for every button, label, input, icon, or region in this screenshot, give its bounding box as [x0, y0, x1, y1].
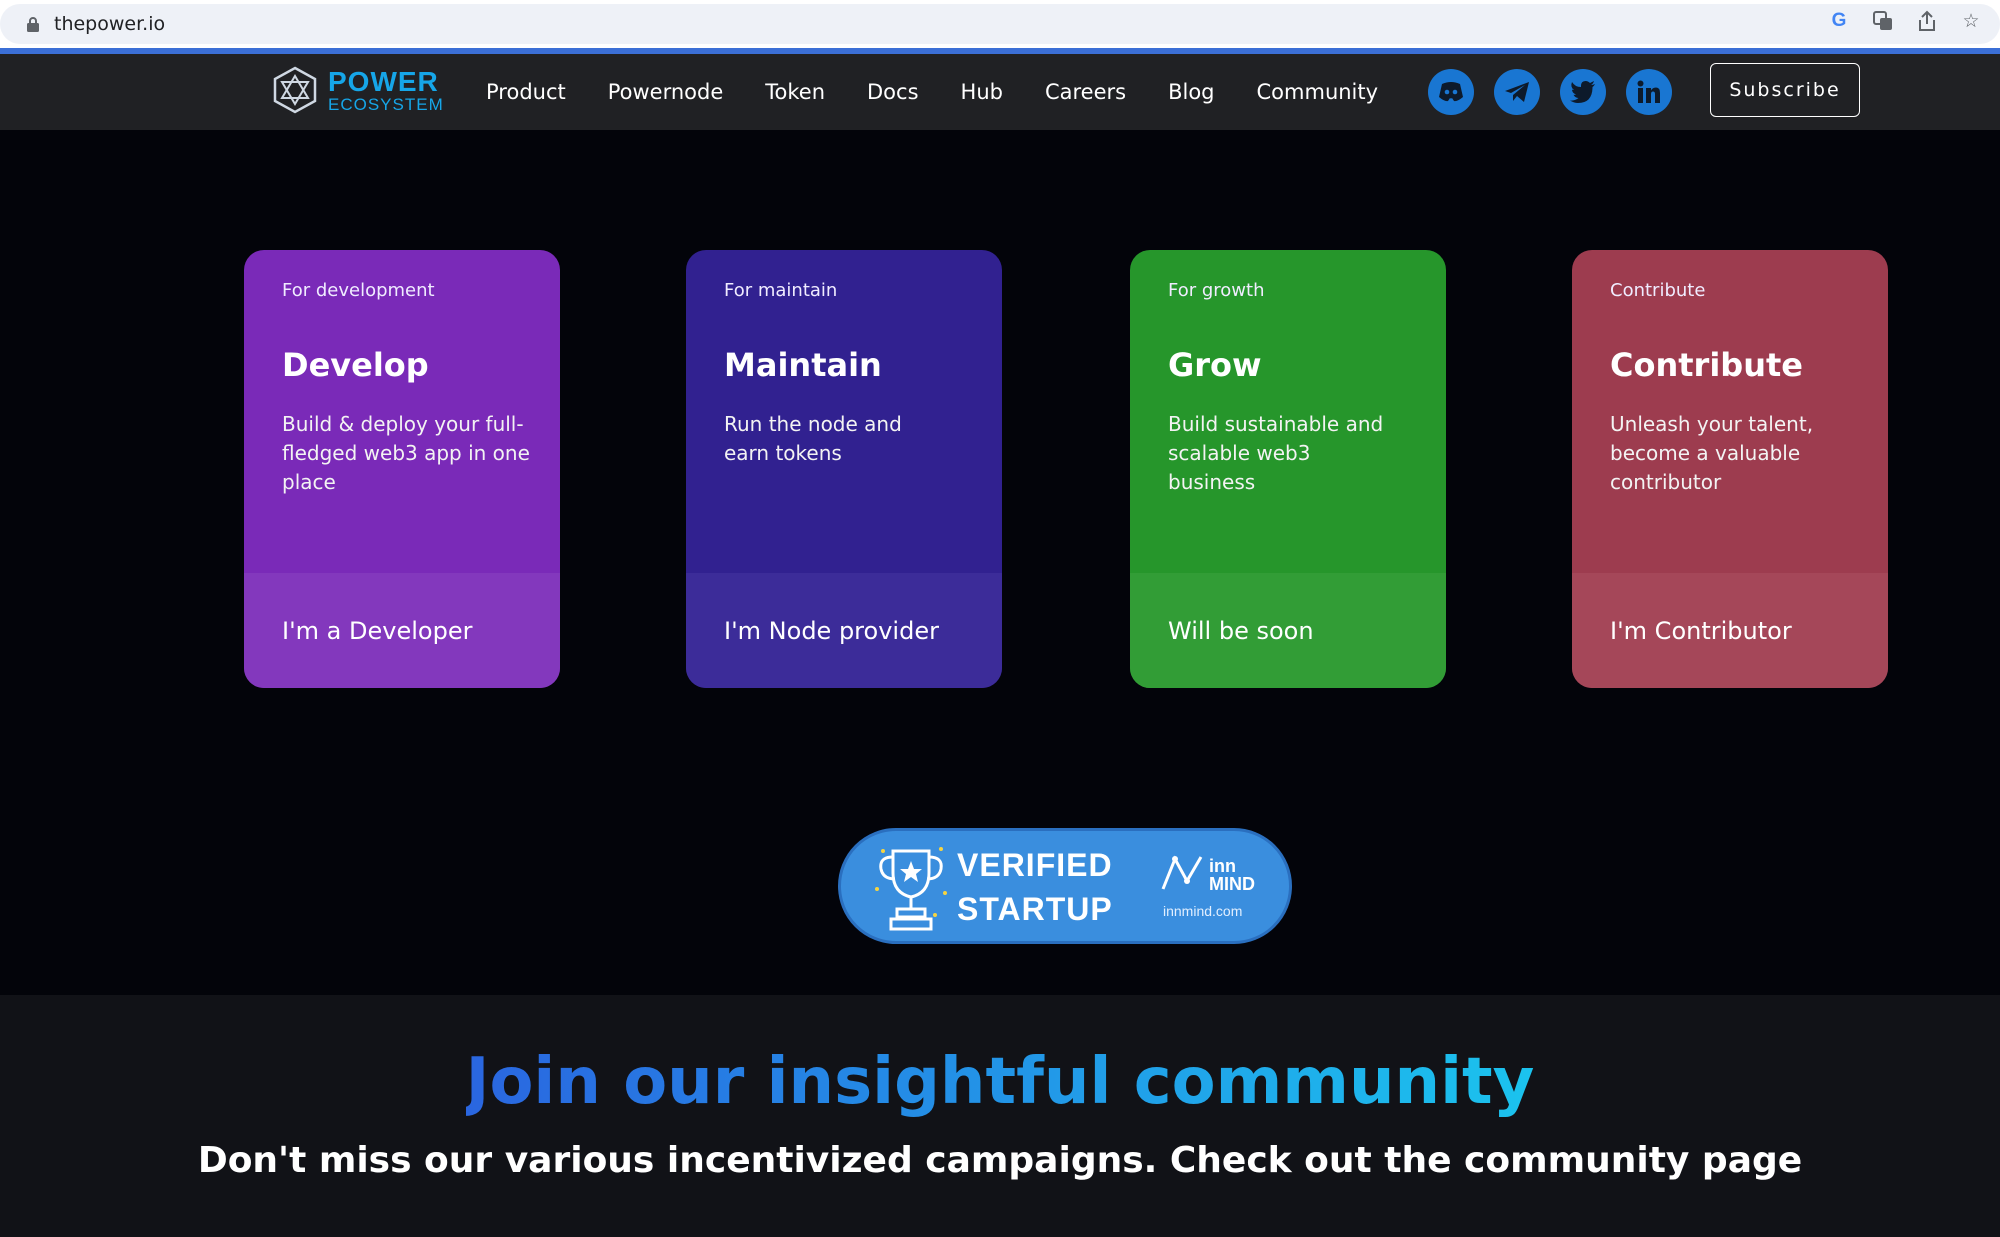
share-icon[interactable]: [1914, 8, 1940, 34]
nav-item-product[interactable]: Product: [486, 80, 566, 104]
url-text[interactable]: thepower.io: [54, 12, 165, 36]
nav-item-token[interactable]: Token: [765, 80, 825, 104]
translate-icon[interactable]: [1870, 8, 1896, 34]
nav-item-hub[interactable]: Hub: [961, 80, 1003, 104]
nav-item-community[interactable]: Community: [1257, 80, 1379, 104]
browser-chrome: thepower.io G ☆: [0, 0, 2000, 48]
power-ecosystem-logo[interactable]: POWER ECOSYSTEM: [272, 66, 444, 114]
card-tag: For development: [282, 280, 435, 301]
card-develop: For development Develop Build & deploy y…: [244, 250, 560, 688]
logo-line2: ECOSYSTEM: [328, 94, 444, 114]
card-grow: For growth Grow Build sustainable and sc…: [1130, 250, 1446, 688]
main-menu: Product Powernode Token Docs Hub Careers…: [486, 54, 1420, 130]
card-description: Run the node and earn tokens: [724, 412, 902, 465]
card-title: Maintain: [724, 346, 882, 384]
card-tag: For maintain: [724, 280, 838, 301]
developer-button[interactable]: I'm a Developer: [244, 573, 560, 688]
telegram-icon[interactable]: [1494, 69, 1540, 115]
subscribe-button[interactable]: Subscribe: [1710, 63, 1860, 117]
card-title: Grow: [1168, 346, 1262, 384]
verified-startup-badge[interactable]: VERIFIED STARTUP inn MIND innmind.com: [838, 828, 1292, 944]
browser-actions: G ☆: [1826, 8, 1984, 34]
node-provider-button[interactable]: I'm Node provider: [686, 573, 1002, 688]
address-bar[interactable]: thepower.io: [0, 4, 2000, 44]
social-links: [1428, 69, 1672, 115]
google-icon[interactable]: G: [1826, 8, 1852, 34]
card-description: Build sustainable and scalable web3 busi…: [1168, 412, 1384, 494]
logo-icon: [273, 66, 317, 114]
card-maintain: For maintain Maintain Run the node and e…: [686, 250, 1002, 688]
twitter-icon[interactable]: [1560, 69, 1606, 115]
community-title: Join our insightful community: [0, 1045, 2000, 1119]
card-description: Build & deploy your full-fledged web3 ap…: [282, 412, 530, 494]
nav-item-docs[interactable]: Docs: [867, 80, 919, 104]
card-tag: For growth: [1168, 280, 1265, 301]
will-be-soon-button[interactable]: Will be soon: [1130, 573, 1446, 688]
logo-line1: POWER: [328, 65, 439, 97]
contributor-button[interactable]: I'm Contributor: [1572, 573, 1888, 688]
card-contribute: Contribute Contribute Unleash your talen…: [1572, 250, 1888, 688]
nav-item-powernode[interactable]: Powernode: [608, 80, 724, 104]
card-tag: Contribute: [1610, 280, 1706, 301]
innmind-url: innmind.com: [1163, 903, 1243, 919]
card-title: Contribute: [1610, 346, 1803, 384]
badge-line1: VERIFIED: [957, 847, 1113, 883]
card-description: Unleash your talent, become a valuable c…: [1610, 412, 1814, 494]
badge-line2: STARTUP: [957, 891, 1113, 927]
nav-item-careers[interactable]: Careers: [1045, 80, 1126, 104]
bookmark-star-icon[interactable]: ☆: [1958, 8, 1984, 34]
community-subtitle: Don't miss our various incentivized camp…: [197, 1140, 1803, 1181]
discord-icon[interactable]: [1428, 69, 1474, 115]
innmind-brand: inn MIND: [1209, 857, 1255, 893]
site-header: POWER ECOSYSTEM Product Powernode Token …: [0, 54, 2000, 130]
linkedin-icon[interactable]: [1626, 69, 1672, 115]
innmind-line2: MIND: [1209, 874, 1255, 894]
community-title-text: Join our insightful community: [465, 1045, 1535, 1119]
trophy-icon: [875, 847, 947, 931]
card-title: Develop: [282, 346, 429, 384]
lock-icon: [27, 17, 39, 32]
nav-item-blog[interactable]: Blog: [1168, 80, 1214, 104]
innmind-line1: inn: [1209, 856, 1236, 876]
innmind-logo-icon: [1161, 855, 1203, 890]
